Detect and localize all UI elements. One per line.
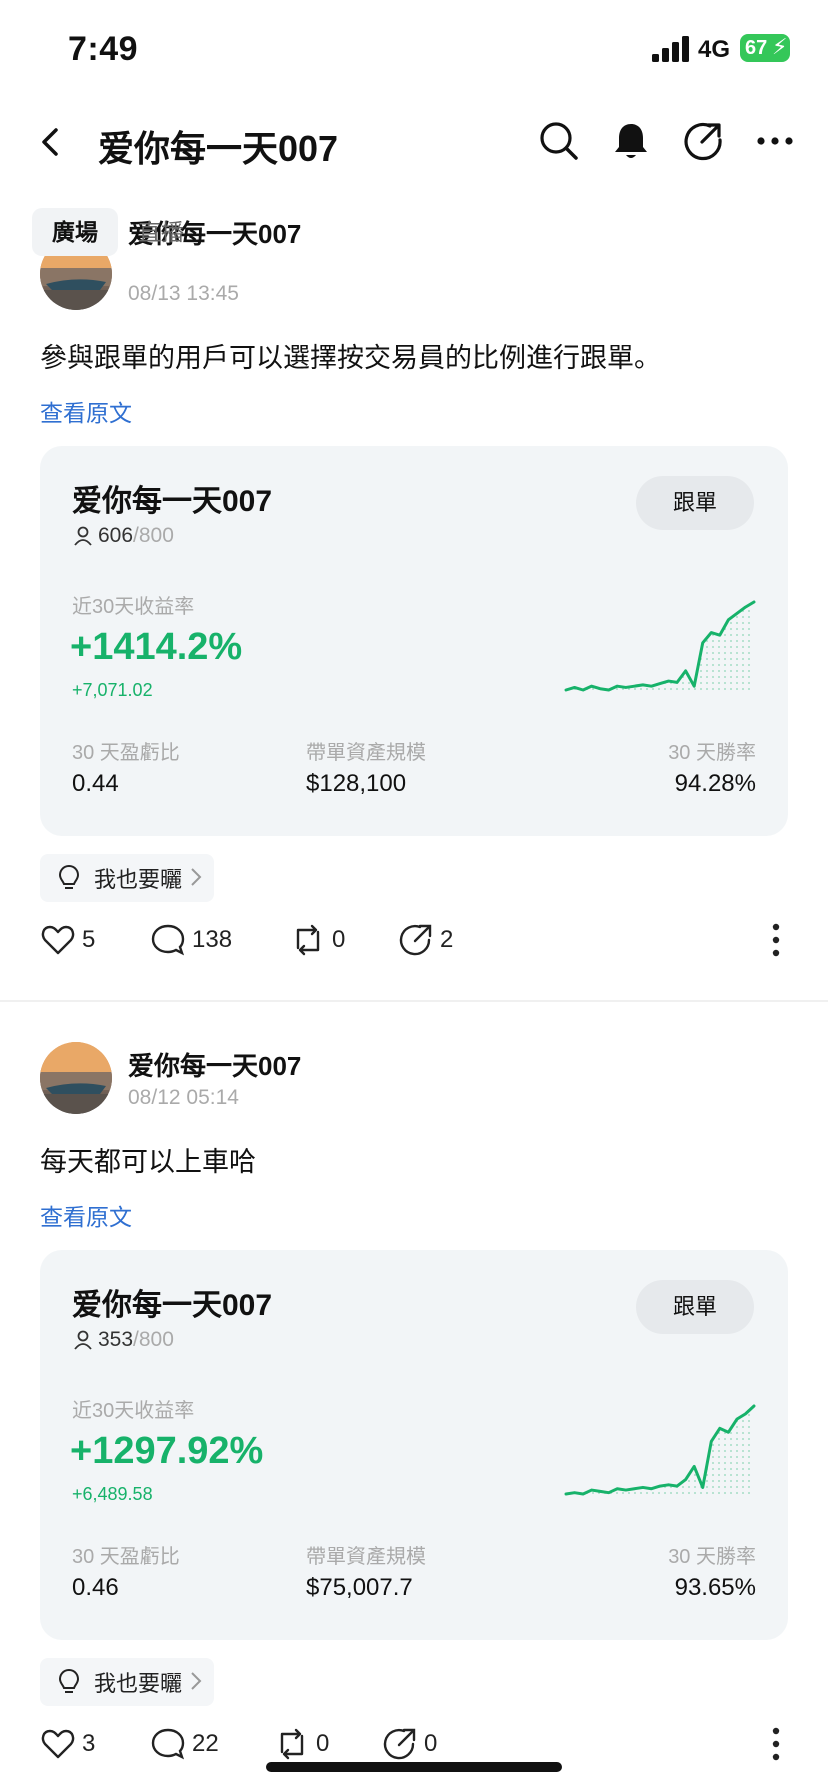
sparkline-area [566, 1406, 754, 1494]
roi-label: 近30天收益率 [72, 596, 195, 618]
follow-trade-button[interactable]: 跟單 [636, 476, 754, 530]
follow-trade-button[interactable]: 跟單 [636, 1280, 754, 1334]
roi-value: +1414.2% [70, 626, 243, 668]
post-author[interactable]: 爱你每一天007 [128, 1046, 301, 1083]
share-arrow-icon [383, 1728, 416, 1760]
post-datetime: 08/12 05:14 [128, 1086, 239, 1109]
boat-photo-icon [40, 1042, 112, 1114]
more-horizontal-icon[interactable] [752, 118, 798, 164]
share-count: 0 [424, 1730, 438, 1757]
comment-button[interactable]: 22 [150, 1720, 219, 1768]
repost-button[interactable]: 0 [274, 1720, 329, 1768]
follower-max: /800 [133, 1328, 174, 1351]
view-original-link[interactable]: 查看原文 [40, 394, 132, 428]
aum-value: $128,100 [306, 770, 407, 797]
profit-loss-ratio-value: 0.44 [72, 770, 119, 797]
lightbulb-icon [58, 1668, 80, 1693]
follower-count: 353/800 [72, 1328, 174, 1352]
follower-count: 606/800 [72, 524, 174, 548]
chevron-right-icon [191, 1672, 202, 1690]
more-vertical-icon[interactable] [766, 1726, 786, 1762]
post-content: 參與跟單的用戶可以選擇按交易員的比例進行跟單。 [40, 343, 661, 373]
back-arrow-icon[interactable] [34, 120, 68, 164]
more-vertical-icon[interactable] [766, 922, 786, 958]
copy-trade-card[interactable]: 爱你每一天007 353/800 跟單 近30天收益率 +1297.92% +6… [40, 1250, 788, 1640]
home-indicator [266, 1762, 562, 1772]
follower-current: 606 [98, 524, 134, 547]
aum-label: 帶單資產規模 [306, 742, 426, 764]
chevron-right-icon [191, 868, 202, 886]
page-title: 爱你每一天007 [98, 128, 339, 169]
show-off-label: 我也要曬 [94, 1671, 183, 1696]
user-icon [74, 1330, 92, 1350]
aum-value: $75,007.7 [306, 1574, 413, 1601]
feed-tabs: 廣場 直播 [32, 208, 204, 256]
lightbulb-icon [58, 864, 80, 889]
share-button[interactable]: 2 [398, 916, 453, 964]
post-content: 每天都可以上車哈 [40, 1147, 256, 1177]
profit-value: +7,071.02 [72, 680, 153, 700]
win-rate-label: 30 天勝率 [668, 1546, 756, 1568]
repost-icon [280, 1728, 304, 1760]
top-nav-bar: 爱你每一天007 [0, 96, 828, 188]
trader-name: 爱你每一天007 [72, 1289, 273, 1322]
repost-count: 0 [316, 1730, 330, 1757]
sparkline-area [566, 602, 754, 690]
avatar[interactable] [40, 1042, 112, 1114]
status-time: 7:49 [68, 30, 139, 68]
share-arrow-icon [399, 924, 432, 956]
comment-button[interactable]: 138 [150, 916, 232, 964]
share-count: 2 [440, 926, 454, 953]
comment-count: 138 [192, 926, 233, 953]
heart-icon [41, 1729, 75, 1759]
share-icon[interactable] [680, 118, 726, 164]
network-type: 4G [698, 36, 731, 63]
repost-button[interactable]: 0 [290, 916, 345, 964]
tab-square[interactable]: 廣場 [32, 208, 118, 256]
profit-value: +6,489.58 [72, 1484, 153, 1504]
search-icon[interactable] [536, 118, 582, 164]
roi-label: 近30天收益率 [72, 1400, 195, 1422]
tab-live[interactable]: 直播 [118, 208, 204, 256]
profit-loss-ratio-label: 30 天盈虧比 [72, 1546, 180, 1568]
post-datetime: 08/13 13:45 [128, 282, 239, 305]
view-original-link[interactable]: 查看原文 [40, 1198, 132, 1232]
like-button[interactable]: 5 [40, 916, 95, 964]
status-bar: 7:49 4G 67 ⚡ [0, 0, 828, 96]
post-actions: 3 22 0 0 [0, 1720, 828, 1768]
repost-icon [296, 924, 320, 956]
like-count: 3 [82, 1730, 96, 1757]
cellular-signal-icon [652, 36, 689, 62]
post-divider [0, 1000, 828, 1002]
roi-sparkline [564, 1404, 756, 1496]
show-off-button[interactable]: 我也要曬 [40, 854, 215, 902]
share-button[interactable]: 0 [382, 1720, 437, 1768]
profit-loss-ratio-label: 30 天盈虧比 [72, 742, 180, 764]
like-count: 5 [82, 926, 96, 953]
charging-bolt-icon: ⚡ [772, 34, 788, 59]
post-actions: 5 138 0 2 [0, 916, 828, 964]
bell-icon[interactable] [608, 118, 654, 164]
heart-icon [41, 925, 75, 955]
win-rate-label: 30 天勝率 [668, 742, 756, 764]
comment-icon [151, 924, 185, 956]
comment-icon [151, 1728, 185, 1760]
show-off-button[interactable]: 我也要曬 [40, 1658, 215, 1706]
copy-trade-card[interactable]: 爱你每一天007 606/800 跟單 近30天收益率 +1414.2% +7,… [40, 446, 788, 836]
trader-name: 爱你每一天007 [72, 485, 273, 518]
repost-count: 0 [332, 926, 346, 953]
roi-value: +1297.92% [70, 1430, 264, 1472]
aum-label: 帶單資產規模 [306, 1546, 426, 1568]
follower-current: 353 [98, 1328, 134, 1351]
win-rate-value: 93.65% [674, 1574, 756, 1601]
user-icon [74, 526, 92, 546]
profit-loss-ratio-value: 0.46 [72, 1574, 119, 1601]
roi-sparkline [564, 600, 756, 692]
comment-count: 22 [192, 1730, 219, 1757]
win-rate-value: 94.28% [674, 770, 756, 797]
follower-max: /800 [133, 524, 174, 547]
like-button[interactable]: 3 [40, 1720, 95, 1768]
show-off-label: 我也要曬 [94, 867, 183, 892]
